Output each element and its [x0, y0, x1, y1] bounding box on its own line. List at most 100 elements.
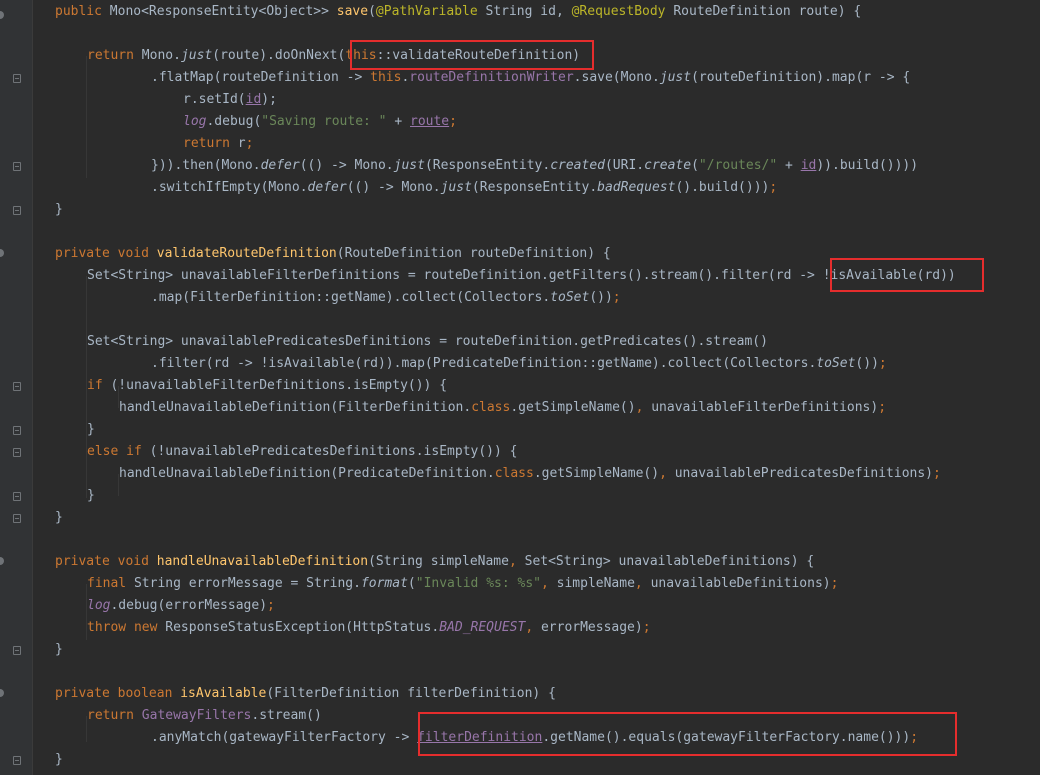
code-token: }	[55, 752, 63, 767]
code-token: defer	[260, 158, 300, 173]
code-token: );	[261, 92, 277, 107]
code-token: @RequestBody	[571, 4, 674, 19]
code-token: ,	[540, 576, 557, 591]
code-token: (	[407, 576, 416, 591]
code-token: defer	[307, 180, 347, 195]
code-token: Mono.	[141, 48, 181, 63]
code-token: isAvailable	[180, 686, 267, 701]
code-token: ,	[635, 400, 652, 415]
code-token: ;	[910, 730, 919, 745]
code-token: log	[183, 114, 207, 129]
code-token: toSet	[816, 356, 856, 371]
indent-guide	[86, 584, 87, 640]
code-token: this	[370, 70, 402, 85]
code-token: else if	[87, 444, 150, 459]
code-line: else if (!unavailablePredicatesDefinitio…	[0, 441, 1040, 463]
code-token: route	[410, 114, 450, 129]
code-token: "Invalid %s: %s"	[415, 576, 541, 591]
code-token: validateRouteDefinition	[156, 246, 337, 261]
code-token: (String simpleName	[368, 554, 509, 569]
code-token: String id,	[485, 4, 572, 19]
code-token: .switchIfEmpty(Mono.	[151, 180, 308, 195]
code-token: ;	[830, 576, 839, 591]
code-token: this	[345, 48, 377, 63]
code-token: ;	[612, 290, 621, 305]
code-token: Set<String> unavailableDefinitions) {	[524, 554, 815, 569]
code-token: filterDefinition	[417, 730, 543, 745]
code-line: public Mono<ResponseEntity<Object>> save…	[0, 1, 1040, 23]
code-token: errorMessage)	[540, 620, 643, 635]
code-token: handleUnavailableDefinition(PredicateDef…	[119, 466, 495, 481]
code-token: @PathVariable	[375, 4, 486, 19]
code-token: (routeDefinition).map(r -> {	[691, 70, 911, 85]
code-token: Mono<ResponseEntity<Object>>	[109, 4, 337, 19]
code-token: unavailableFilterDefinitions)	[651, 400, 879, 415]
indent-guide	[118, 386, 119, 408]
code-token: (() -> Mono.	[299, 158, 394, 173]
code-token: ())	[855, 356, 879, 371]
code-editor[interactable]: public Mono<ResponseEntity<Object>> save…	[0, 0, 1040, 775]
code-token: (URI.	[604, 158, 645, 173]
code-token: ,	[659, 466, 675, 481]
indent-guide	[118, 474, 119, 496]
code-token: public	[55, 4, 110, 19]
code-token: private boolean	[55, 686, 181, 701]
code-line: .flatMap(routeDefinition -> this.routeDe…	[0, 67, 1040, 89]
code-line: if (!unavailableFilterDefinitions.isEmpt…	[0, 375, 1040, 397]
code-token: (FilterDefinition filterDefinition) {	[266, 686, 556, 701]
code-token: ::validateRouteDefinition)	[376, 48, 581, 63]
code-token: ResponseStatusException(HttpStatus.	[165, 620, 440, 635]
code-line: final String errorMessage = String.forma…	[0, 573, 1040, 595]
code-token: )).build())))	[816, 158, 919, 173]
code-token: ;	[933, 466, 941, 481]
code-token: ;	[878, 356, 887, 371]
code-token: (() -> Mono.	[346, 180, 441, 195]
code-line: .filter(rd -> !isAvailable(rd)).map(Pred…	[0, 353, 1040, 375]
code-token: .stream()	[251, 708, 322, 723]
code-token: create	[644, 158, 692, 173]
code-token: ;	[878, 400, 887, 415]
code-line: handleUnavailableDefinition(FilterDefini…	[0, 397, 1040, 419]
code-token: ;	[769, 180, 778, 195]
indent-guide	[86, 56, 87, 178]
code-token: ().build()))	[675, 180, 770, 195]
code-line: return r;	[0, 133, 1040, 155]
code-token: format	[360, 576, 408, 591]
code-line: }	[0, 485, 1040, 507]
indent-guide	[86, 276, 87, 498]
code-token: return	[183, 136, 238, 151]
code-token: (ResponseEntity.	[471, 180, 598, 195]
code-line: handleUnavailableDefinition(PredicateDef…	[0, 463, 1040, 485]
code-line: .switchIfEmpty(Mono.defer(() -> Mono.jus…	[0, 177, 1040, 199]
code-line: return GatewayFilters.stream()	[0, 705, 1040, 727]
code-token: badRequest	[597, 180, 676, 195]
code-token: .map(FilterDefinition::getName).collect(…	[151, 290, 551, 305]
code-line: Set<String> unavailableFilterDefinitions…	[0, 265, 1040, 287]
code-token: ,	[508, 554, 525, 569]
code-token: (	[691, 158, 699, 173]
code-area[interactable]: public Mono<ResponseEntity<Object>> save…	[0, 0, 1040, 775]
code-line: throw new ResponseStatusException(HttpSt…	[0, 617, 1040, 639]
code-token: throw new	[87, 620, 166, 635]
code-token: private void	[55, 246, 157, 261]
code-token: (	[368, 4, 376, 19]
code-token: "Saving route: "	[261, 114, 387, 129]
code-token: .getSimpleName()	[510, 400, 636, 415]
code-token: +	[386, 114, 410, 129]
code-token: final	[87, 576, 134, 591]
code-token: handleUnavailableDefinition	[156, 554, 369, 569]
code-token: (ResponseEntity.	[424, 158, 551, 173]
code-token: })).then(Mono.	[151, 158, 261, 173]
code-line: private boolean isAvailable(FilterDefini…	[0, 683, 1040, 705]
code-line: .anyMatch(gatewayFilterFactory -> filter…	[0, 727, 1040, 749]
code-line: .map(FilterDefinition::getName).collect(…	[0, 287, 1040, 309]
code-token: ;	[449, 114, 457, 129]
code-token: ;	[267, 598, 275, 613]
code-token: unavailablePredicatesDefinitions)	[674, 466, 933, 481]
code-token: (!unavailablePredicatesDefinitions.isEmp…	[149, 444, 518, 459]
code-line: private void validateRouteDefinition(Rou…	[0, 243, 1040, 265]
code-token: unavailableDefinitions)	[650, 576, 831, 591]
